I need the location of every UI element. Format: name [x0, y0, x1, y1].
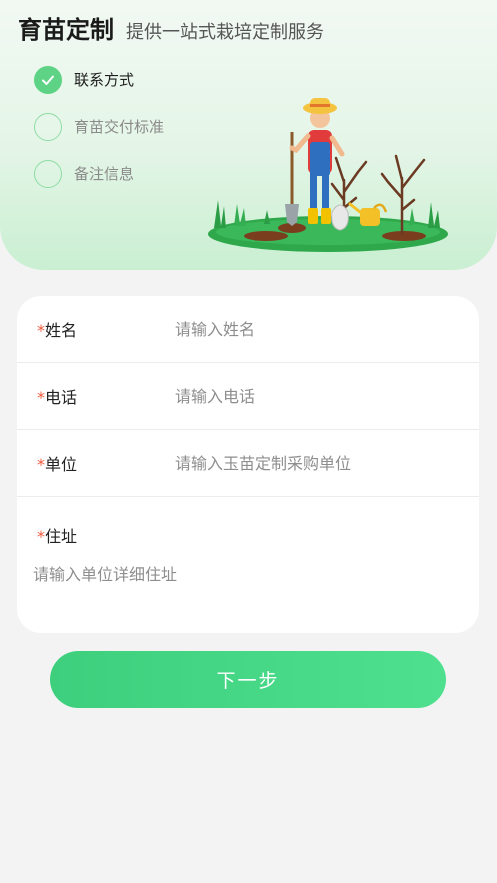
- required-mark: *: [37, 388, 45, 407]
- company-input[interactable]: [175, 443, 463, 483]
- label-text: 单位: [45, 455, 78, 474]
- address-input[interactable]: [33, 561, 461, 617]
- form-row-company: *单位: [17, 430, 479, 497]
- field-label-company: *单位: [37, 451, 77, 475]
- name-input[interactable]: [175, 309, 463, 349]
- step-label: 备注信息: [74, 165, 135, 183]
- header: 育苗定制 提供一站式栽培定制服务: [18, 10, 324, 45]
- field-label-name: *姓名: [37, 317, 77, 341]
- contact-form: *姓名 *电话 *单位 *住址: [17, 296, 479, 633]
- step-label: 联系方式: [74, 71, 135, 89]
- label-text: 住址: [45, 527, 78, 546]
- hero-banner: 育苗定制 提供一站式栽培定制服务 联系方式 育苗交付标准 备注信息: [0, 0, 497, 270]
- check-icon: [34, 65, 62, 94]
- form-row-phone: *电话: [17, 363, 479, 430]
- page: 育苗定制 提供一站式栽培定制服务 联系方式 育苗交付标准 备注信息 *姓名 请输…: [0, 0, 497, 883]
- form-row-name: *姓名: [17, 296, 479, 363]
- field-label-address: *住址: [37, 523, 77, 547]
- label-text: 电话: [45, 388, 78, 407]
- step-notes: 备注信息: [34, 150, 164, 197]
- label-text: 姓名: [45, 321, 78, 340]
- step-circle-icon: [34, 159, 62, 188]
- step-list: 联系方式 育苗交付标准 备注信息: [34, 56, 164, 197]
- step-circle-icon: [34, 112, 62, 141]
- page-subtitle: 提供一站式栽培定制服务: [126, 22, 324, 43]
- required-mark: *: [37, 321, 45, 340]
- step-contact: 联系方式: [34, 56, 164, 103]
- required-mark: *: [37, 527, 45, 546]
- form-row-address: *住址: [17, 497, 479, 631]
- required-mark: *: [37, 455, 45, 474]
- next-step-button[interactable]: 下一步: [50, 651, 446, 708]
- phone-input[interactable]: [175, 376, 463, 416]
- field-label-phone: *电话: [37, 384, 77, 408]
- step-delivery-standard: 育苗交付标准: [34, 103, 164, 150]
- step-label: 育苗交付标准: [74, 118, 165, 136]
- gardener-illustration: [208, 98, 448, 252]
- page-title: 育苗定制: [18, 16, 114, 44]
